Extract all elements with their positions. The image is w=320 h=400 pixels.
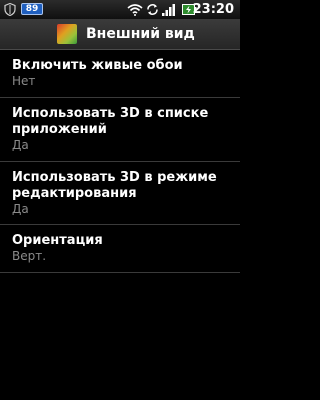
- shield-icon: [4, 3, 16, 16]
- notification-badge: 89: [21, 3, 43, 15]
- setting-title: Использовать 3D в списке приложений: [12, 106, 209, 137]
- clock: 23:20: [192, 2, 234, 17]
- wallpaper-icon: [57, 24, 77, 44]
- status-bar: 89 23:20: [0, 0, 240, 20]
- setting-summary: Верт.: [12, 249, 47, 263]
- setting-summary: Да: [12, 138, 29, 152]
- setting-title: Использовать 3D в режиме редактирования: [12, 170, 217, 201]
- setting-summary: Да: [12, 202, 29, 216]
- page-title: Внешний вид: [86, 26, 195, 42]
- wifi-icon: [127, 4, 143, 16]
- setting-title: Включить живые обои: [12, 58, 183, 73]
- setting-title: Ориентация: [12, 233, 103, 248]
- settings-list: Включить живые обои Нет Использовать 3D …: [0, 50, 240, 273]
- setting-summary: Нет: [12, 74, 36, 88]
- setting-orientation[interactable]: Ориентация Верт.: [0, 225, 240, 273]
- setting-3d-app-list[interactable]: Использовать 3D в списке приложений Да: [0, 98, 240, 162]
- screen: 89 23:20 Внешний вид Включить живые обои…: [0, 0, 240, 400]
- title-bar: Внешний вид: [0, 20, 240, 50]
- signal-icon: [162, 4, 175, 16]
- sync-icon: [147, 4, 158, 15]
- setting-3d-edit-mode[interactable]: Использовать 3D в режиме редактирования …: [0, 162, 240, 225]
- setting-live-wallpaper[interactable]: Включить живые обои Нет: [0, 50, 240, 98]
